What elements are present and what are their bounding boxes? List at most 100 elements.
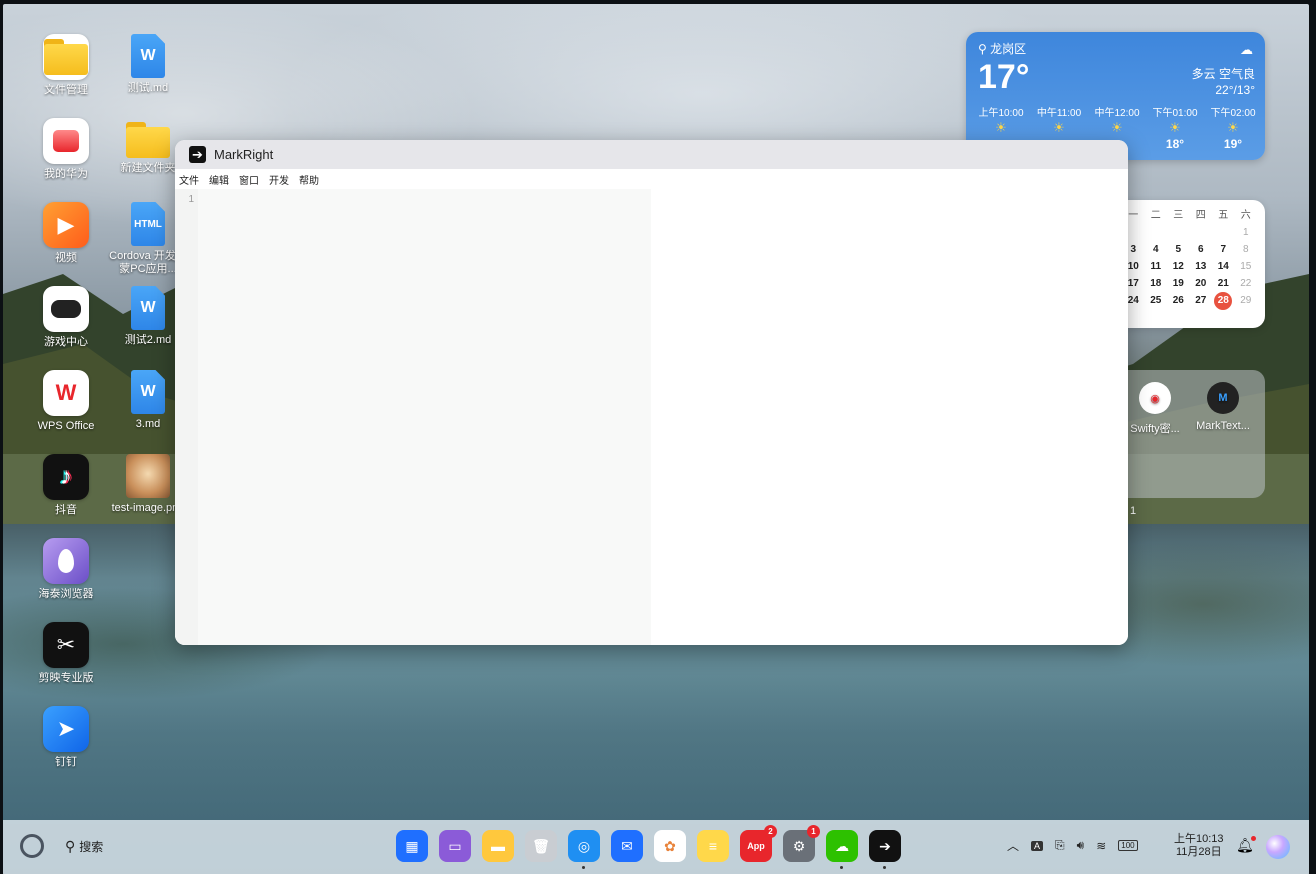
calendar-day[interactable]: 13 [1190, 259, 1213, 274]
wechat-icon-glyph: ☁ [835, 837, 849, 854]
calendar-day[interactable]: 27 [1190, 293, 1213, 308]
app-center-icon[interactable]: ▦ [396, 830, 428, 862]
calendar-day[interactable]: 5 [1167, 242, 1190, 257]
calendar-day[interactable]: 26 [1167, 293, 1190, 308]
app-swifty[interactable]: ◉ Swifty密... [1120, 382, 1190, 436]
chevron-up-icon[interactable]: ︿ [1007, 837, 1019, 854]
calendar-day[interactable]: 22 [1235, 276, 1258, 291]
desktop-icon-label: 测试.md [127, 82, 169, 94]
calendar-day[interactable]: 7 [1212, 242, 1235, 257]
desktop-file-manager[interactable]: 文件管理 [24, 34, 108, 97]
sun-icon: ☀ [1227, 120, 1239, 135]
calendar-day[interactable]: 4 [1145, 242, 1168, 257]
start-button[interactable] [20, 834, 44, 858]
desktop-douyin[interactable]: ♪ 抖音 [24, 454, 108, 517]
calendar-weekday: 三 [1173, 210, 1184, 221]
weather-condition-text: 多云 空气良 [1191, 67, 1255, 81]
calendar-day[interactable]: 1 [1235, 225, 1258, 240]
menu-help[interactable]: 帮助 [299, 172, 319, 187]
desktop-game-center[interactable]: 游戏中心 [24, 286, 108, 349]
capcut-icon: ✂ [43, 622, 89, 668]
weather-range: 22°/13° [1215, 83, 1255, 97]
line-number: 1 [188, 194, 194, 205]
calendar-day[interactable] [1190, 225, 1213, 240]
desktop-browser[interactable]: 海泰浏览器 [24, 538, 108, 601]
weather-location: ⚲ 龙岗区 [978, 40, 1026, 57]
calendar-day[interactable]: 29 [1235, 293, 1258, 308]
desktop-wps-office[interactable]: W WPS Office [24, 370, 108, 433]
calendar-day[interactable]: 14 [1212, 259, 1235, 274]
settings-icon[interactable]: ⚙ 1 [783, 825, 820, 862]
desktop-dingtalk[interactable]: ➤ 钉钉 [24, 706, 108, 769]
calendar-day[interactable]: 19 [1167, 276, 1190, 291]
notification-badge: 1 [807, 825, 820, 838]
menu-bar: 文件 编辑 窗口 开发 帮助 [175, 169, 1128, 189]
desktop-icon-label: 视频 [55, 252, 77, 264]
folder-app-icon [43, 34, 89, 80]
calendar-day[interactable]: 25 [1145, 293, 1168, 308]
wps-icon: W [43, 370, 89, 416]
doc-icon-mark: W [140, 47, 156, 64]
calendar-day[interactable]: 20 [1190, 276, 1213, 291]
calendar-day[interactable]: 21 [1212, 276, 1235, 291]
weather-location-text: 龙岗区 [990, 42, 1027, 56]
notes-icon[interactable]: ≡ [697, 830, 729, 862]
clock[interactable]: 上午10:13 11月28日 [1174, 833, 1224, 859]
window-titlebar[interactable]: ➔ MarkRight [175, 140, 1128, 169]
calendar-day[interactable]: 15 [1235, 259, 1258, 274]
wechat-icon[interactable]: ☁ [826, 830, 858, 869]
volume-icon[interactable]: 🔊︎ [1077, 838, 1085, 853]
desktop-capcut[interactable]: ✂ 剪映专业版 [24, 622, 108, 685]
wifi-icon[interactable]: ≋ [1096, 839, 1106, 853]
calendar-widget[interactable]: 一二三四五六 1 3 4 5 6 7 8 10 11 12 13 14 15 17 18 19 20 21 22 24 2… [1122, 200, 1265, 328]
app-folder-widget[interactable]: ◉ Swifty密... M MarkText... [1124, 370, 1265, 498]
menu-develop[interactable]: 开发 [269, 172, 289, 187]
taskbar: ⚲ 搜索 ▦ ▭ ▬ 🗑 ◎ ✉ ✿ ≡ App 2 ⚙ 1 ☁ ➔ ︿ A ⎘ 🔊︎ ≋ 100 上午1… [3, 820, 1309, 874]
doc-icon-mark: W [140, 299, 156, 316]
mail-icon[interactable]: ✉ [611, 830, 643, 862]
battery-icon[interactable]: 100 [1118, 840, 1138, 851]
menu-edit[interactable]: 编辑 [209, 172, 229, 187]
desktop-my-huawei[interactable]: 我的华为 [24, 118, 108, 181]
running-indicator [883, 866, 886, 869]
browser-icon[interactable]: ◎ [568, 830, 600, 869]
gallery-icon[interactable]: ✿ [654, 830, 686, 862]
desktop-video[interactable]: ▶ 视频 [24, 202, 108, 265]
assistant-orb-icon[interactable] [1266, 835, 1290, 859]
page-indicator: 1 [1130, 505, 1137, 517]
notification-badge: 2 [764, 825, 777, 838]
calendar-day[interactable]: 6 [1190, 242, 1213, 257]
hour-time: 下午02:00 [1210, 108, 1256, 119]
markright-icon[interactable]: ➔ [869, 830, 901, 869]
calendar-day[interactable]: 12 [1167, 259, 1190, 274]
html-file-icon: HTML [131, 202, 165, 246]
calendar-day[interactable]: 8 [1235, 242, 1258, 257]
calendar-day[interactable]: 18 [1145, 276, 1168, 291]
search-icon: ⚲ [65, 838, 76, 854]
calendar-day[interactable]: 11 [1145, 259, 1168, 274]
menu-file[interactable]: 文件 [179, 172, 199, 187]
input-method-icon[interactable]: A [1031, 840, 1044, 851]
menu-window[interactable]: 窗口 [239, 172, 259, 187]
running-indicator [840, 866, 843, 869]
calendar-day[interactable] [1145, 225, 1168, 240]
hourly-item: 下午02:00 ☀ 19° [1204, 104, 1262, 151]
desktop-file-test-md[interactable]: W 测试.md [106, 34, 190, 95]
multitask-icon[interactable]: ▭ [439, 830, 471, 862]
hour-time: 上午10:00 [978, 108, 1024, 119]
calendar-today[interactable]: 28 [1214, 292, 1233, 310]
markdown-editor[interactable]: 1 [175, 189, 651, 645]
trash-icon[interactable]: 🗑 [525, 830, 557, 862]
calendar-day[interactable] [1167, 225, 1190, 240]
clipboard-icon[interactable]: ⎘ [1055, 838, 1065, 853]
calendar-weekday: 二 [1150, 210, 1161, 221]
notification-bell-icon[interactable]: 🔔︎ [1236, 836, 1256, 854]
app-gallery-icon[interactable]: App 2 [740, 825, 777, 862]
app-marktext[interactable]: M MarkText... [1188, 382, 1258, 432]
calendar-day[interactable] [1212, 225, 1235, 240]
search-button[interactable]: ⚲ 搜索 [65, 838, 103, 855]
mail-icon-glyph: ✉ [621, 837, 633, 854]
markright-window[interactable]: ➔ MarkRight 文件 编辑 窗口 开发 帮助 1 [175, 140, 1128, 645]
desktop-icon-label: 游戏中心 [44, 336, 88, 348]
files-icon[interactable]: ▬ [482, 830, 514, 862]
